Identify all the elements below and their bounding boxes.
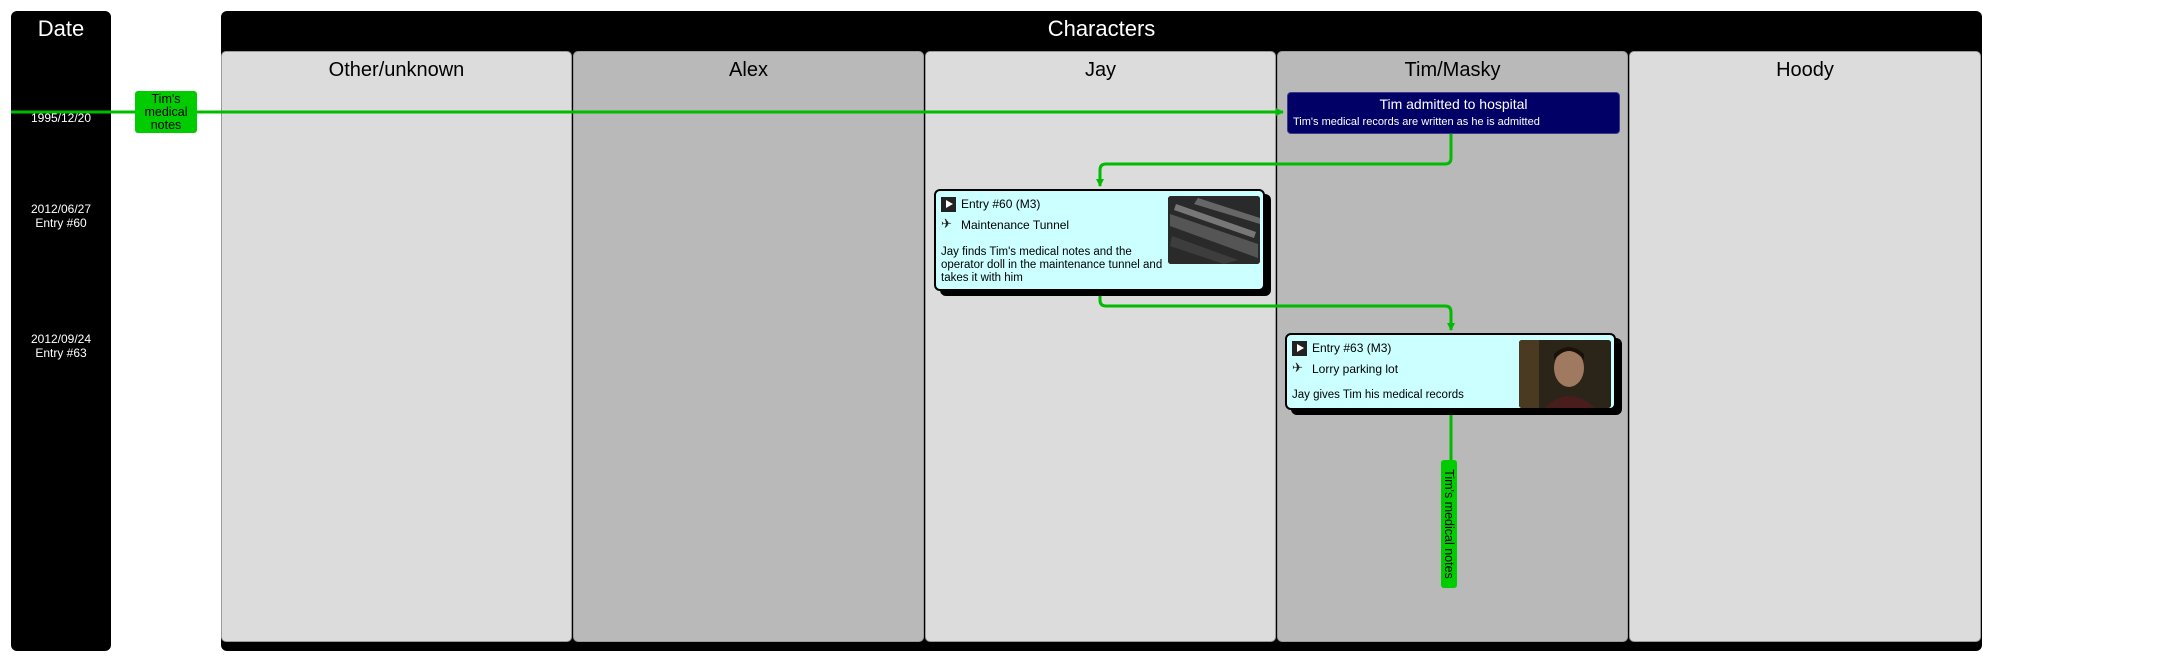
object-tag-medical-notes: Tim's medical notes — [135, 91, 197, 133]
pin-icon: ✈ — [1292, 360, 1303, 375]
connector-lines — [11, 108, 1455, 462]
object-tag-vertical-text: Tim's medical notes — [1442, 469, 1456, 579]
entry-description: Jay finds Tim's medical notes and the op… — [941, 246, 1163, 284]
entry-title: Entry #63 (M3) — [1312, 341, 1392, 355]
event-title: Tim admitted to hospital — [1379, 96, 1528, 112]
event-description: Tim's medical records are written as he … — [1293, 116, 1540, 128]
entry-location: Maintenance Tunnel — [961, 218, 1070, 232]
connector-entry-60 — [1096, 134, 1453, 187]
entry-card-63[interactable]: Entry #63 (M3) ✈ Lorry parking lot Jay g… — [1285, 333, 1616, 410]
play-icon — [1292, 341, 1307, 356]
connector-entry-63 — [1098, 292, 1455, 331]
object-tag-vertical-label: Tim's medical notes — [1441, 460, 1457, 588]
event-tim-admitted: Tim admitted to hospital Tim's medical r… — [1287, 92, 1620, 134]
tunnel-pipes-image — [1168, 196, 1260, 264]
entry-description: Jay gives Tim his medical records — [1292, 389, 1464, 401]
entry-location: Lorry parking lot — [1312, 362, 1399, 376]
pin-icon: ✈ — [941, 216, 952, 231]
entry-card-60[interactable]: Entry #60 (M3) ✈ Maintenance Tunnel Jay … — [934, 189, 1265, 291]
face-image — [1519, 340, 1611, 408]
entry-thumbnail[interactable] — [1519, 340, 1611, 408]
entry-title: Entry #60 (M3) — [961, 197, 1041, 211]
entry-thumbnail[interactable] — [1168, 196, 1260, 264]
play-icon — [941, 197, 956, 212]
